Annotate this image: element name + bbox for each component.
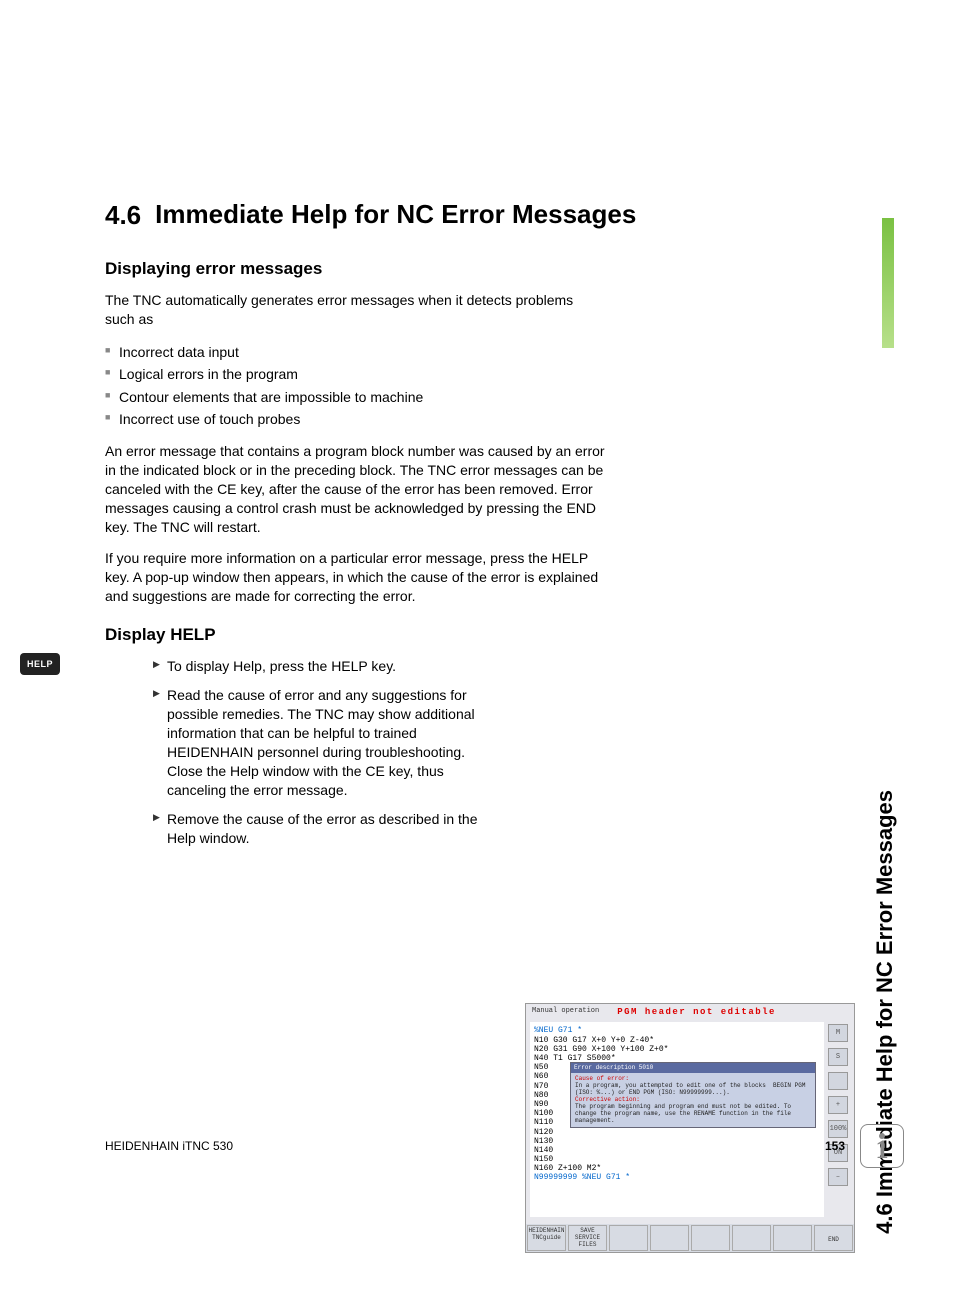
code-line: N99999999 %NEU G71 * [534, 1173, 820, 1182]
section-title: Immediate Help for NC Error Messages [155, 200, 636, 230]
help-popup: Error description 5010 Cause of error: I… [570, 1062, 816, 1127]
softkey [732, 1225, 771, 1251]
nc-code-listing: %NEU G71 * N10 G30 G17 X+0 Y+0 Z-40* N20… [530, 1022, 824, 1217]
list-item: To display Help, press the HELP key. [153, 657, 495, 676]
code-line: N20 G31 G90 X+100 Y+100 Z+0* [534, 1045, 820, 1054]
popup-title: Error description 5010 [571, 1063, 815, 1072]
subheading-display-help: Display HELP [105, 625, 845, 645]
subheading-displaying: Displaying error messages [105, 259, 845, 279]
mode-label: Manual operation [532, 1007, 599, 1017]
side-icon: M [828, 1024, 848, 1042]
help-key-icon: HELP [20, 653, 60, 675]
paragraph: An error message that contains a program… [105, 442, 605, 536]
help-steps-list: To display Help, press the HELP key. Rea… [105, 657, 495, 847]
screenshot-side-icons: M S + 100% ON – [828, 1024, 852, 1186]
list-item: Read the cause of error and any suggesti… [153, 686, 495, 799]
code-line: N10 G30 G17 X+0 Y+0 Z-40* [534, 1036, 820, 1045]
list-item: Contour elements that are impossible to … [105, 386, 605, 408]
section-number: 4.6 [105, 200, 141, 231]
error-type-list: Incorrect data input Logical errors in t… [105, 341, 605, 431]
side-icon [828, 1072, 848, 1090]
cause-text: In a program, you attempted to edit one … [575, 1082, 811, 1096]
page: 4.6 Immediate Help for NC Error Messages… [0, 0, 954, 1308]
footer-product: HEIDENHAIN iTNC 530 [105, 1139, 233, 1153]
softkey [609, 1225, 648, 1251]
paragraph: If you require more information on a par… [105, 549, 605, 606]
error-headline: PGM header not editable [617, 1007, 776, 1017]
paragraph: The TNC automatically generates error me… [105, 291, 605, 329]
softkey: HEIDENHAINTNCguide [527, 1225, 566, 1251]
page-number: 153 [825, 1139, 845, 1153]
side-icon: – [828, 1168, 848, 1186]
softkey [691, 1225, 730, 1251]
code-line: N160 Z+100 M2* [534, 1164, 820, 1173]
screenshot-header: Manual operation PGM header not editable [526, 1004, 854, 1020]
list-item: Logical errors in the program [105, 363, 605, 385]
list-item: Incorrect use of touch probes [105, 408, 605, 430]
side-icon: 100% [828, 1120, 848, 1138]
info-icon-stem: 1 [876, 1135, 889, 1164]
code-line: %NEU G71 * [534, 1026, 820, 1035]
tnc-screenshot: Manual operation PGM header not editable… [525, 1003, 855, 1253]
action-label: Corrective action: [575, 1096, 811, 1103]
list-item: Remove the cause of the error as describ… [153, 810, 495, 848]
cause-label: Cause of error: [575, 1075, 811, 1082]
page-footer: HEIDENHAIN iTNC 530 153 [105, 1139, 845, 1153]
softkey-end: END [814, 1225, 853, 1251]
side-tab-bar [882, 218, 894, 348]
main-content: 4.6 Immediate Help for NC Error Messages… [105, 200, 845, 857]
softkey [773, 1225, 812, 1251]
code-line: N150 [534, 1155, 820, 1164]
code-line: N120 [534, 1128, 820, 1137]
list-item: Incorrect data input [105, 341, 605, 363]
softkey: SAVESERVICEFILES [568, 1225, 607, 1251]
softkey [650, 1225, 689, 1251]
info-icon: 1 [860, 1124, 904, 1168]
action-text: The program beginning and program end mu… [575, 1103, 811, 1125]
softkey-row: HEIDENHAINTNCguide SAVESERVICEFILES END [526, 1224, 854, 1252]
side-icon: S [828, 1048, 848, 1066]
section-heading: 4.6 Immediate Help for NC Error Messages [105, 200, 845, 231]
display-help-block: Display HELP HELP To display Help, press… [105, 625, 845, 847]
side-tab: 4.6 Immediate Help for NC Error Messages [864, 190, 894, 790]
side-icon: + [828, 1096, 848, 1114]
